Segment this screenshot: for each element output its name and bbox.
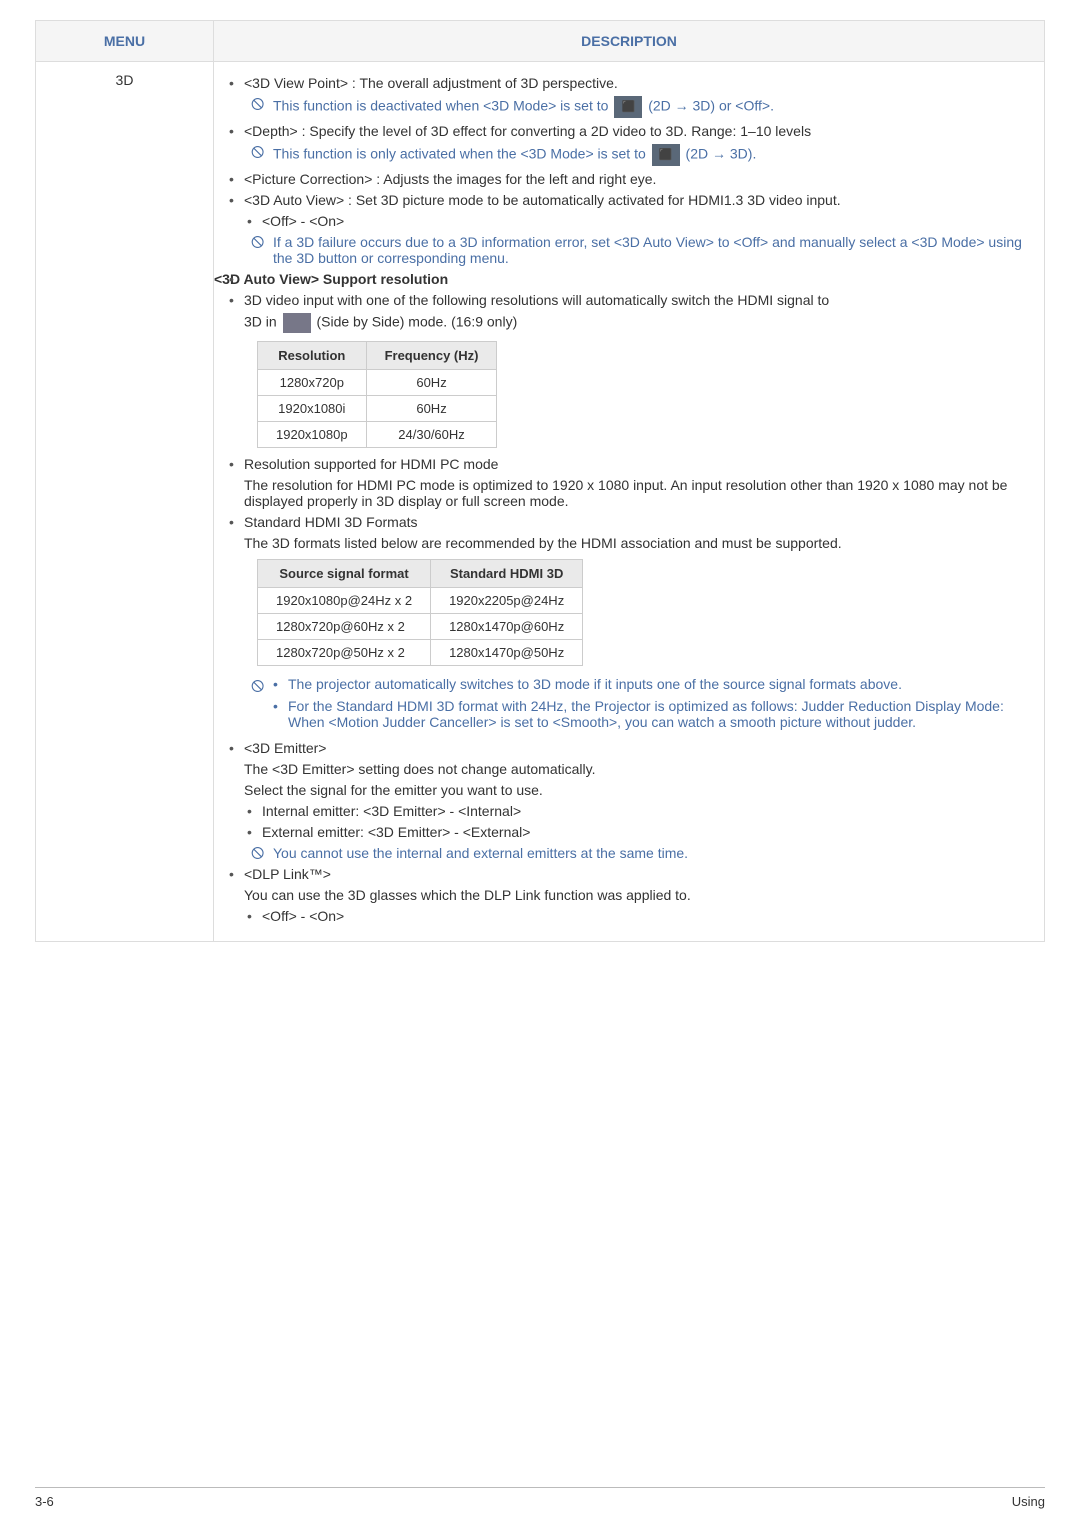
bullet-3d-emitter: <3D Emitter> <box>229 740 1029 756</box>
emitter-text1: The <3D Emitter> setting does not change… <box>244 761 1029 777</box>
table-row: 1920x1080i 60Hz <box>258 396 497 422</box>
bullet-auto-view-offon: <Off> - <On> <box>247 213 1029 229</box>
std-hdmi-3d-body: The 3D formats listed below are recommen… <box>244 535 1029 551</box>
heading-support-resolution: <3D Auto View> Support resolution <box>229 271 1029 287</box>
note-auto-switch: The projector automatically switches to … <box>273 676 1029 692</box>
bullet-emitter-external: External emitter: <3D Emitter> - <Extern… <box>247 824 1029 840</box>
bullet-dlp-offon: <Off> - <On> <box>247 908 1029 924</box>
section-title: Using <box>1012 1494 1045 1509</box>
table-row: 1920x1080p 24/30/60Hz <box>258 422 497 448</box>
table-row: 1280x720p 60Hz <box>258 370 497 396</box>
bullet-emitter-internal: Internal emitter: <3D Emitter> - <Intern… <box>247 803 1029 819</box>
note-viewpoint-deact: This function is deactivated when <3D Mo… <box>251 96 1029 118</box>
table-row: 1280x720p@50Hz x 2 1280x1470p@50Hz <box>258 640 583 666</box>
bullet-hdmi-pc: Resolution supported for HDMI PC mode <box>229 456 1029 472</box>
emitter-text2: Select the signal for the emitter you wa… <box>244 782 1029 798</box>
bullet-dlp-link: <DLP Link™> <box>229 866 1029 882</box>
hdmi-pc-body: The resolution for HDMI PC mode is optim… <box>244 477 1029 509</box>
table-row: 1920x1080p@24Hz x 2 1920x2205p@24Hz <box>258 588 583 614</box>
note-judder: For the Standard HDMI 3D format with 24H… <box>273 698 1029 730</box>
res-header: Resolution <box>258 342 367 370</box>
side-by-side-icon <box>283 313 311 333</box>
src-header: Source signal format <box>258 560 431 588</box>
bullet-depth: <Depth> : Specify the level of 3D effect… <box>229 123 1029 139</box>
description-cell: <3D View Point> : The overall adjustment… <box>214 62 1045 942</box>
video-input-line2: 3D in (Side by Side) mode. (16:9 only) <box>244 313 1029 333</box>
note-emitter-sametime: You cannot use the internal and external… <box>251 845 1029 861</box>
format-table: Source signal format Standard HDMI 3D 19… <box>257 559 583 666</box>
bullet-std-hdmi-3d: Standard HDMI 3D Formats <box>229 514 1029 530</box>
resolution-table: Resolution Frequency (Hz) 1280x720p 60Hz… <box>257 341 497 448</box>
std-header: Standard HDMI 3D <box>431 560 583 588</box>
col-desc-header: DESCRIPTION <box>214 21 1045 62</box>
menu-item-3d: 3D <box>36 62 214 942</box>
note-block-projector: The projector automatically switches to … <box>251 676 1029 730</box>
bullet-picture-correction: <Picture Correction> : Adjusts the image… <box>229 171 1029 187</box>
bullet-viewpoint: <3D View Point> : The overall adjustment… <box>229 75 1029 91</box>
table-row: 1280x720p@60Hz x 2 1280x1470p@60Hz <box>258 614 583 640</box>
note-3d-failure: If a 3D failure occurs due to a 3D infor… <box>251 234 1029 266</box>
mode-2d3d-icon: ⬛ <box>652 144 680 166</box>
note-only-activated: This function is only activated when the… <box>251 144 1029 166</box>
bullet-video-input: 3D video input with one of the following… <box>229 292 1029 308</box>
col-menu-header: MENU <box>36 21 214 62</box>
page-number: 3-6 <box>35 1494 54 1509</box>
mode-2d3d-icon: ⬛ <box>614 96 642 118</box>
dlp-link-text: You can use the 3D glasses which the DLP… <box>244 887 1029 903</box>
freq-header: Frequency (Hz) <box>366 342 497 370</box>
bullet-auto-view: <3D Auto View> : Set 3D picture mode to … <box>229 192 1029 208</box>
